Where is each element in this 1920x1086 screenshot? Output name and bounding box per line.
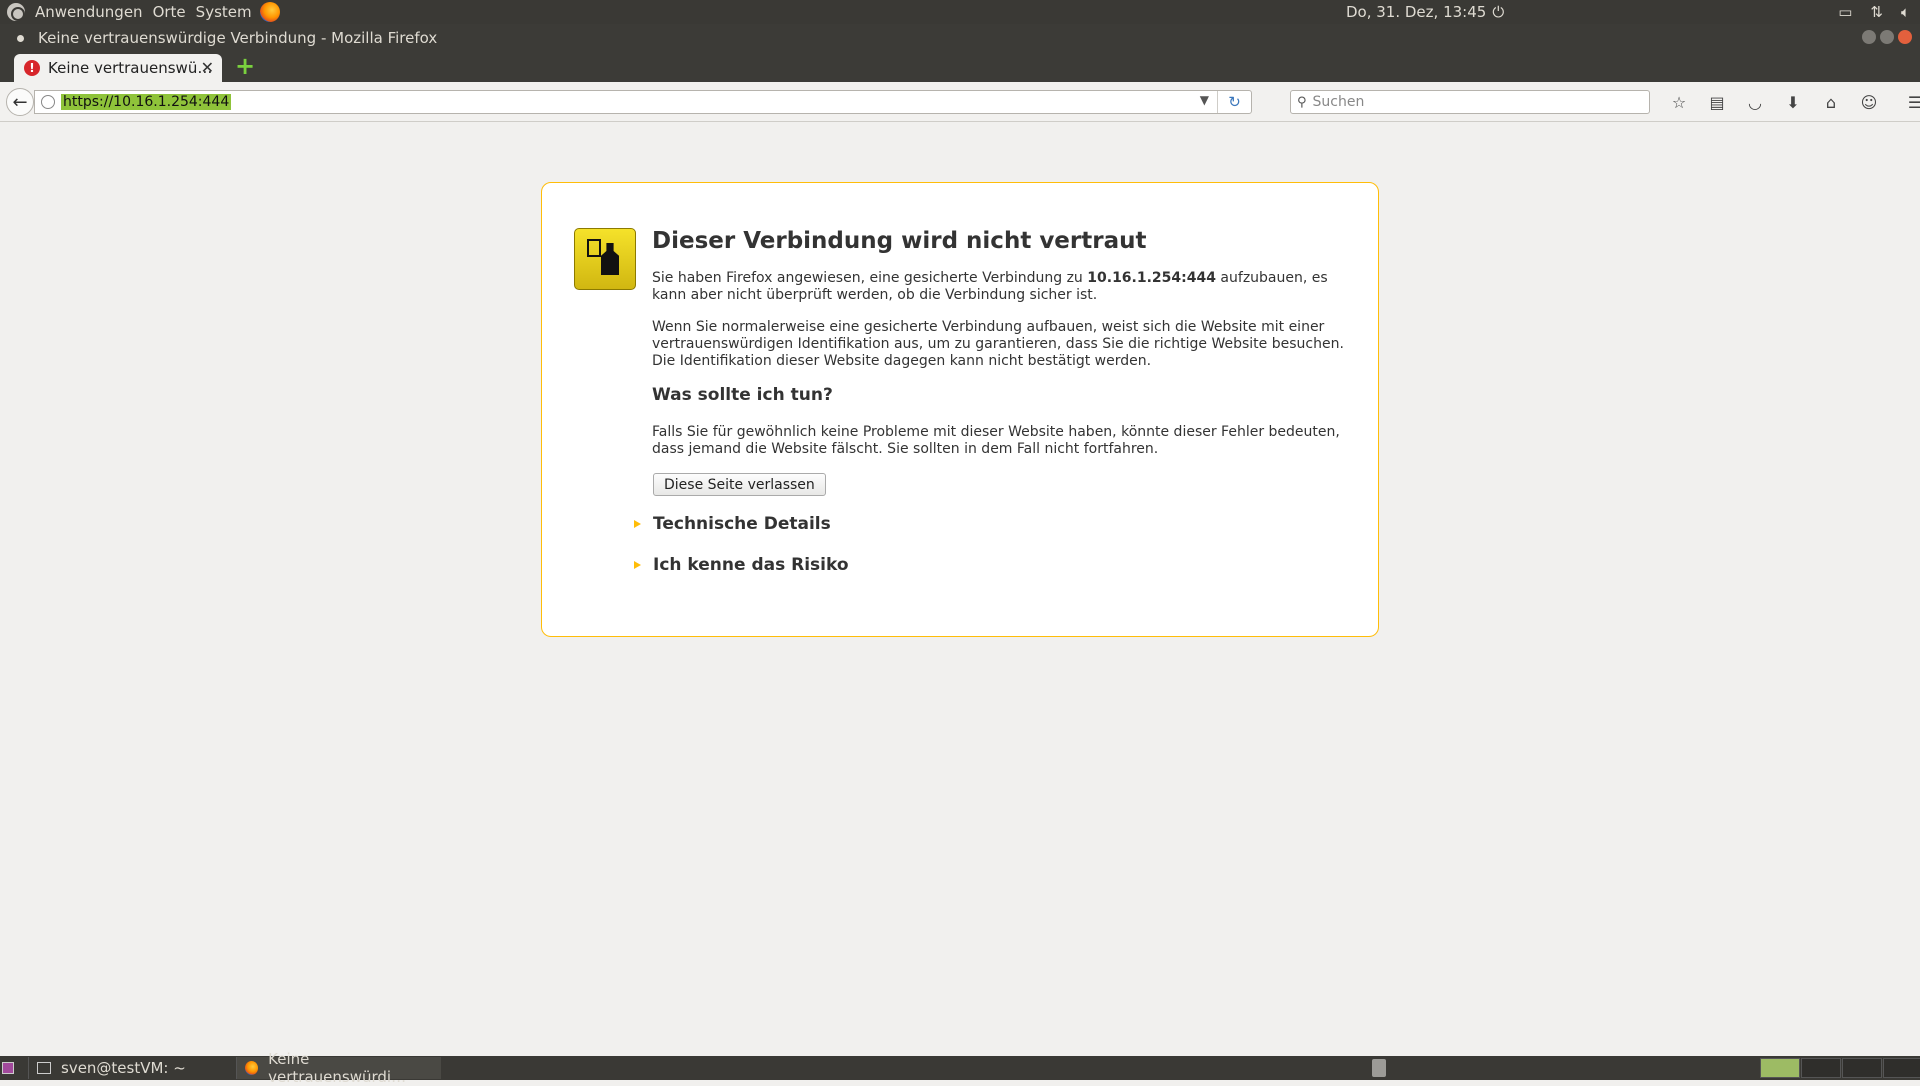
workspace-3[interactable] — [1842, 1058, 1882, 1078]
toolbar-icons: ☆ ▤ ◡ ⬇ ⌂ ☺ ☰ — [1660, 90, 1920, 114]
understand-risks-expander[interactable]: Ich kenne das Risiko — [634, 555, 849, 575]
trash-icon[interactable] — [1372, 1059, 1386, 1077]
terminal-icon — [37, 1062, 51, 1074]
navigation-toolbar: ← https://10.16.1.254:444 ▼ ↻ ⚲ Suchen ☆… — [0, 82, 1920, 122]
back-button[interactable]: ← — [6, 88, 34, 116]
search-icon[interactable]: ⚲ — [1297, 95, 1307, 110]
show-desktop-icon[interactable] — [2, 1062, 14, 1074]
certificate-warning-icon — [574, 228, 636, 290]
understand-risks-label: Ich kenne das Risiko — [653, 555, 849, 575]
battery-icon[interactable]: ▭ — [1838, 3, 1852, 21]
what-to-do-heading: Was sollte ich tun? — [652, 385, 833, 405]
technical-details-expander[interactable]: Technische Details — [634, 514, 831, 534]
power-icon[interactable]: ⏻ — [1492, 3, 1504, 21]
bookmark-star-icon[interactable]: ☆ — [1660, 93, 1698, 112]
volume-icon[interactable]: 🔈︎ — [1901, 3, 1910, 21]
menu-applications[interactable]: Anwendungen — [35, 3, 143, 21]
system-tray: ▭ ⇅ 🔈︎ — [1838, 0, 1910, 24]
firefox-icon — [245, 1061, 259, 1075]
search-placeholder: Suchen — [1312, 94, 1365, 110]
url-text[interactable]: https://10.16.1.254:444 — [61, 94, 232, 110]
clock-text: Do, 31. Dez, 13:45 — [1346, 3, 1487, 21]
window-menu-dot-icon[interactable] — [17, 34, 24, 42]
top-panel: Anwendungen Orte System Do, 31. Dez, 13:… — [0, 0, 1920, 24]
window-title-bar: Keine vertrauenswürdige Verbindung - Moz… — [0, 24, 1920, 52]
window-title: Keine vertrauenswürdige Verbindung - Moz… — [38, 29, 438, 47]
menu-system[interactable]: System — [196, 3, 252, 21]
error-title: Dieser Verbindung wird nicht vertraut — [652, 228, 1147, 254]
tab-active[interactable]: ! Keine vertrauenswü… ✕ — [14, 54, 222, 82]
menu-places[interactable]: Orte — [153, 3, 186, 21]
window-close-button[interactable] — [1898, 30, 1912, 44]
error-paragraph-2: Wenn Sie normalerweise eine gesicherte V… — [652, 319, 1344, 369]
bottom-panel: sven@testVM: ~ Keine vertrauenswürdi… — [0, 1050, 1920, 1086]
downloads-icon[interactable]: ⬇ — [1774, 93, 1812, 112]
tab-label: Keine vertrauenswü… — [48, 59, 213, 77]
url-bar[interactable]: https://10.16.1.254:444 ▼ ↻ — [34, 90, 1252, 114]
clock[interactable]: Do, 31. Dez, 13:45 ⏻ — [1346, 0, 1504, 24]
top-menu: Anwendungen Orte System — [0, 0, 280, 24]
taskbar-terminal-label: sven@testVM: ~ — [61, 1059, 186, 1077]
network-icon[interactable]: ⇅ — [1870, 3, 1883, 21]
chat-icon[interactable]: ☺ — [1850, 93, 1888, 112]
tab-strip: ! Keine vertrauenswü… ✕ + — [0, 52, 1920, 82]
url-dropdown-icon[interactable]: ▼ — [1200, 93, 1209, 107]
minimize-button[interactable] — [1862, 30, 1876, 44]
pocket-icon[interactable]: ◡ — [1736, 93, 1774, 112]
expand-triangle-icon — [634, 520, 641, 528]
new-tab-icon[interactable]: + — [235, 54, 255, 78]
taskbar-item-terminal[interactable]: sven@testVM: ~ — [28, 1057, 233, 1079]
firefox-launcher-icon[interactable] — [259, 2, 280, 22]
workspace-4[interactable] — [1883, 1058, 1920, 1078]
workspace-2[interactable] — [1801, 1058, 1841, 1078]
home-icon[interactable]: ⌂ — [1812, 93, 1850, 112]
reload-icon[interactable]: ↻ — [1217, 91, 1251, 113]
technical-details-label: Technische Details — [653, 514, 831, 534]
maximize-button[interactable] — [1880, 30, 1894, 44]
taskbar-firefox-label: Keine vertrauenswürdi… — [268, 1050, 407, 1086]
error-icon: ! — [24, 60, 40, 76]
error-paragraph-1: Sie haben Firefox angewiesen, eine gesic… — [652, 270, 1352, 304]
back-arrow-icon: ← — [12, 91, 28, 113]
error-page-box: Dieser Verbindung wird nicht vertraut Si… — [541, 182, 1379, 637]
site-identity-icon[interactable] — [41, 95, 55, 109]
hamburger-menu-icon[interactable]: ☰ — [1896, 93, 1920, 112]
window-controls — [1862, 30, 1912, 44]
expand-triangle-icon — [634, 561, 641, 569]
para1-host: 10.16.1.254:444 — [1087, 270, 1216, 286]
ubuntu-logo-icon[interactable] — [7, 3, 25, 21]
leave-page-button[interactable]: Diese Seite verlassen — [653, 473, 826, 496]
workspace-1[interactable] — [1760, 1058, 1800, 1078]
tab-close-icon[interactable]: ✕ — [201, 58, 214, 77]
para1-before: Sie haben Firefox angewiesen, eine gesic… — [652, 270, 1088, 286]
search-bar[interactable]: ⚲ Suchen — [1290, 90, 1650, 114]
bookmarks-list-icon[interactable]: ▤ — [1698, 93, 1736, 112]
taskbar-item-firefox[interactable]: Keine vertrauenswürdi… — [236, 1050, 441, 1086]
error-paragraph-3: Falls Sie für gewöhnlich keine Probleme … — [652, 424, 1340, 457]
